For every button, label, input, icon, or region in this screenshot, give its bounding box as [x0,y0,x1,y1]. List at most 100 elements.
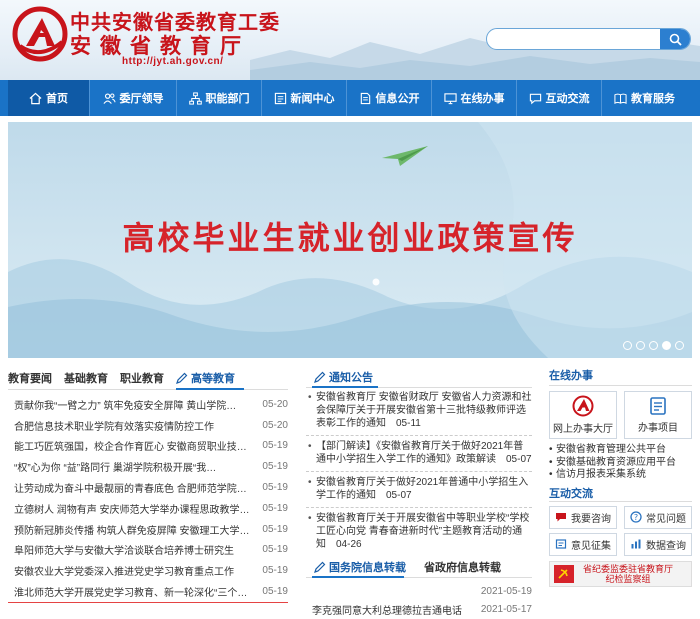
book-icon [614,93,627,104]
carousel-dot[interactable] [675,341,684,350]
faq-button[interactable]: ? 常见问题 [624,505,692,529]
pencil-icon [314,371,326,383]
list-item[interactable]: 2021-05-19 [306,582,532,600]
list-item[interactable]: 安徽省教育厅 安徽省财政厅 安徽省人力资源和社会保障厅关于开展安徽省第十三批特级… [306,391,532,430]
list-item[interactable]: 淮北师范大学开展党史学习教育、新一轮深化“三个… 05-19 [8,581,288,602]
button-label: 我要咨询 [571,513,611,525]
news-title[interactable]: 合肥信息技术职业学院有效落实疫情防控工作 [14,418,252,433]
section-title: 通知公告 [329,371,373,384]
button-label: 办事项目 [638,423,678,434]
clipboard-icon [650,397,666,415]
news-title[interactable]: 贡献你我“一臂之力” 筑牢免疫安全屏障 黄山学院… [14,397,252,412]
ministry-logo-icon[interactable] [12,6,68,62]
list-item[interactable]: 立德树人 润物有声 安庆师范大学举办课程思政教学… 05-19 [8,498,288,519]
button-label: 网上办事大厅 [553,424,613,435]
service-link[interactable]: 安徽省教育管理公共平台 [549,444,692,457]
news-icon [274,92,286,104]
nav-item-leaders[interactable]: 委厅领导 [90,80,177,116]
chat-icon [529,93,541,104]
discipline-inspection-link[interactable]: 省纪委监委驻省教育厅 纪检监察组 [549,560,692,587]
svg-text:?: ? [634,513,638,522]
list-item[interactable]: 合肥信息技术职业学院有效落实疫情防控工作 05-20 [8,415,288,436]
nav-item-departments[interactable]: 职能部门 [177,80,262,116]
news-title[interactable]: 安徽农业大学党委深入推进党史学习教育重点工作 [14,563,252,578]
tab-notices[interactable]: 通知公告 [306,369,373,385]
consult-button[interactable]: 我要咨询 [549,505,617,529]
tab-education-news[interactable]: 教育要闻 [8,366,52,390]
org-chart-icon [188,91,202,105]
online-service-buttons: 网上办事大厅 办事项目 [549,391,692,439]
news-title[interactable]: 能工巧匠筑强国，校企合作育匠心 安徽商贸职业技术… [14,438,252,453]
news-title[interactable]: 立德树人 润物有声 安庆师范大学举办课程思政教学… [14,501,252,516]
list-item[interactable]: 【部门解读】《安徽省教育厅关于做好2021年普通中小学招生入学工作的通知》政策解… [306,440,532,466]
list-item[interactable]: 阜阳师范大学与安徽大学洽谈联合培养博士研究生 05-19 [8,540,288,561]
news-title[interactable]: 让劳动成为奋斗中最靓丽的青春底色 合肥师范学院全… [14,480,252,495]
list-item[interactable]: 安徽省教育厅关于开展安徽省中等职业学校“学校工匠心向党 青春奋进新时代”主题教育… [306,512,532,551]
policy-title[interactable]: 李克强同意大利总理德拉吉通电话 [312,602,462,617]
tab-higher-education[interactable]: 高等教育 [176,366,235,390]
news-title[interactable]: 阜阳师范大学与安徽大学洽谈联合培养博士研究生 [14,542,252,557]
online-services-heading: 在线办事 [549,366,692,386]
carousel-dot[interactable] [623,341,632,350]
list-item[interactable]: 让劳动成为奋斗中最靓丽的青春底色 合肥师范学院全… 05-19 [8,477,288,498]
nav-item-home[interactable]: 首页 [8,80,90,116]
nav-label: 在线办事 [460,93,505,105]
notice-list: 安徽省教育厅 安徽省财政厅 安徽省人力资源和社会保障厅关于开展安徽省第十三批特级… [306,391,532,551]
nav-item-news-center[interactable]: 新闻中心 [262,80,347,116]
list-item[interactable]: 安徽省教育厅关于做好2021年普通中小学招生入学工作的通知 05-07 [306,476,532,502]
nav-label: 互动交流 [545,93,590,105]
question-icon: ? [630,511,642,523]
news-date: 05-20 [262,419,288,431]
news-title[interactable]: “权”心为你 “益”路同行 巢湖学院积极开展“我… [14,459,252,474]
nav-item-education-services[interactable]: 教育服务 [602,80,687,116]
policy-list: 2021-05-19 李克强同意大利总理德拉吉通电话 2021-05-17 [306,582,532,618]
policy-header: 国务院信息转载 省政府信息转载 [306,556,532,578]
list-item[interactable]: 预防新冠肺炎传播 构筑人群免疫屏障 安徽理工大学… 05-19 [8,519,288,540]
service-link[interactable]: 安徽基础教育资源应用平台 [549,457,692,470]
carousel-dot[interactable] [649,341,658,350]
nav-item-online-services[interactable]: 在线办事 [432,80,517,116]
nav-item-info-disclosure[interactable]: 信息公开 [347,80,432,116]
news-section: 教育要闻 基础教育 职业教育 高等教育 贡献你我“一臂之力” 筑牢免疫安全屏障 … [8,366,288,602]
policy-date: 2021-05-17 [480,603,532,615]
nav-label: 信息公开 [375,93,420,105]
divider [306,435,532,436]
tab-state-council-info[interactable]: 国务院信息转载 [306,559,406,575]
hero-banner[interactable]: 高校毕业生就业创业政策宣传 [8,122,692,358]
button-label: 意见征集 [571,540,611,552]
online-hall-button[interactable]: 网上办事大厅 [549,391,617,439]
inspection-line1: 省纪委监委驻省教育厅 [582,563,673,574]
carousel-dot-active[interactable] [662,341,671,350]
tab-vocational-education[interactable]: 职业教育 [120,366,164,390]
site-url[interactable]: http://jyt.ah.gov.cn/ [122,56,223,67]
divider [306,507,532,508]
news-date: 05-19 [262,502,288,514]
ministry-logo-icon [572,395,594,417]
data-query-button[interactable]: 数据查询 [624,532,692,556]
button-label: 数据查询 [646,540,686,552]
carousel-dot[interactable] [636,341,645,350]
list-item[interactable]: “权”心为你 “益”路同行 巢湖学院积极开展“我… 05-19 [8,456,288,477]
active-tab-underline [312,386,378,388]
news-date: 05-19 [262,440,288,452]
tab-basic-education[interactable]: 基础教育 [64,366,108,390]
button-label: 常见问题 [646,513,686,525]
feedback-button[interactable]: 意见征集 [549,532,617,556]
news-title[interactable]: 淮北师范大学开展党史学习教育、新一轮深化“三个… [14,584,252,599]
list-item[interactable]: 李克强同意大利总理德拉吉通电话 2021-05-17 [306,600,532,618]
pencil-icon [314,561,326,573]
nav-item-interaction[interactable]: 互动交流 [517,80,602,116]
list-item[interactable]: 能工巧匠筑强国，校企合作育匠心 安徽商贸职业技术… 05-19 [8,436,288,457]
list-item[interactable]: 安徽农业大学党委深入推进党史学习教育重点工作 05-19 [8,560,288,581]
news-title[interactable]: 预防新冠肺炎传播 构筑人群免疫屏障 安徽理工大学… [14,522,252,537]
interaction-buttons: 我要咨询 ? 常见问题 意见征集 数据查询 [549,505,692,556]
list-item[interactable]: 贡献你我“一臂之力” 筑牢免疫安全屏障 黄山学院… 05-20 [8,394,288,415]
service-link[interactable]: 信访月报表采集系统 [549,469,692,482]
search-input[interactable] [487,29,657,49]
policy-date: 2021-05-19 [480,585,532,597]
search-button[interactable] [660,29,690,49]
tab-provincial-gov-info[interactable]: 省政府信息转载 [406,559,501,575]
service-items-button[interactable]: 办事项目 [624,391,692,439]
main-nav: 首页 委厅领导 职能部门 新闻中心 信息公开 在线办事 互动交流 教育服务 [0,80,700,116]
divider [306,471,532,472]
